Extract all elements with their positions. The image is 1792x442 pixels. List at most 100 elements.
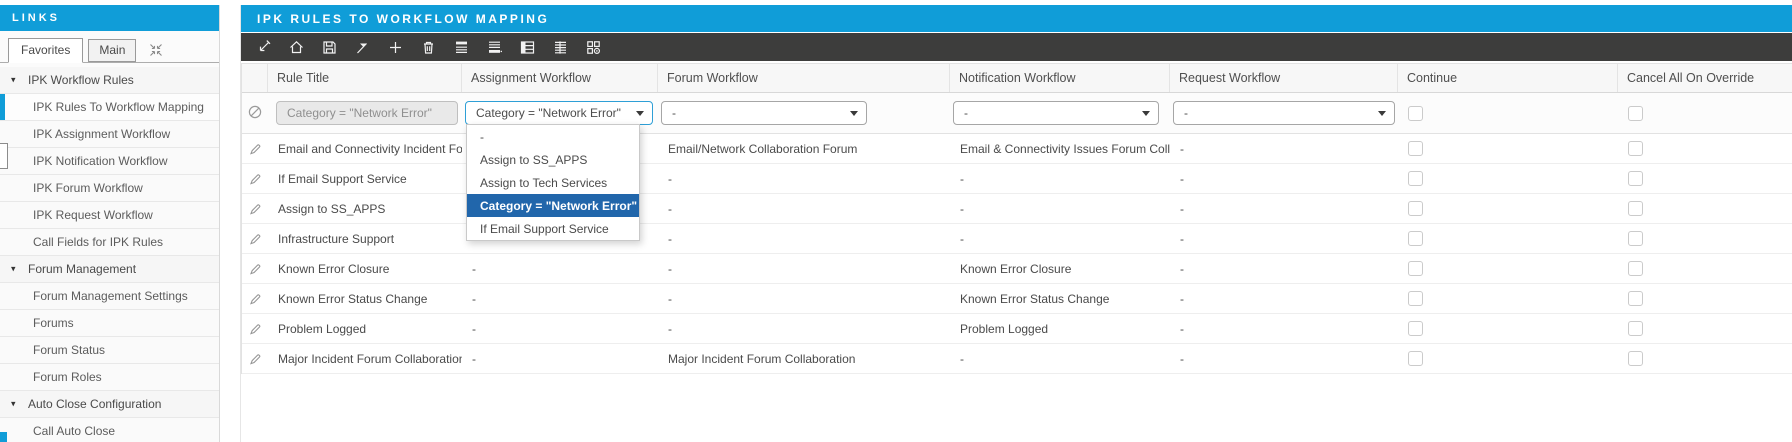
- column-header-forum-workflow[interactable]: Forum Workflow: [658, 64, 950, 92]
- continue-checkbox[interactable]: [1408, 321, 1423, 336]
- edit-row-icon-cell: [242, 93, 268, 133]
- no-edit-icon: [247, 104, 263, 123]
- sidebar-item-call-auto-close[interactable]: Call Auto Close: [0, 418, 219, 442]
- dropdown-option-assign-to-ss-apps[interactable]: Assign to SS_APPS: [467, 148, 639, 171]
- cell-notification-workflow: -: [950, 172, 1170, 186]
- sidebar-item-ipk-notification-workflow[interactable]: IPK Notification Workflow: [0, 148, 219, 175]
- continue-checkbox[interactable]: [1408, 231, 1423, 246]
- tab-main[interactable]: Main: [88, 39, 136, 62]
- notification-workflow-select-value: -: [964, 106, 968, 120]
- sidebar-item-label: Forums: [33, 316, 74, 330]
- column-header-request-workflow[interactable]: Request Workflow: [1170, 64, 1398, 92]
- continue-checkbox[interactable]: [1408, 351, 1423, 366]
- caret-down-icon[interactable]: ▾: [11, 398, 16, 409]
- column-header-notification-workflow[interactable]: Notification Workflow: [950, 64, 1170, 92]
- continue-checkbox[interactable]: [1408, 171, 1423, 186]
- cell-request-workflow: -: [1170, 142, 1398, 156]
- column-header-assignment-workflow[interactable]: Assignment Workflow: [462, 64, 658, 92]
- continue-checkbox[interactable]: [1408, 201, 1423, 216]
- edit-pencil-icon[interactable]: [242, 231, 268, 247]
- sidebar-item-forum-management-settings[interactable]: Forum Management Settings: [0, 283, 219, 310]
- sidebar-item-auto-close-configuration[interactable]: ▾ Auto Close Configuration: [0, 391, 219, 418]
- sidebar-item-ipk-request-workflow[interactable]: IPK Request Workflow: [0, 202, 219, 229]
- insert-row-below-icon[interactable]: [482, 36, 506, 58]
- grid-settings-icon[interactable]: [581, 36, 605, 58]
- sidebar-item-forums[interactable]: Forums: [0, 310, 219, 337]
- sidebar-item-forum-roles[interactable]: Forum Roles: [0, 364, 219, 391]
- sidebar-item-ipk-rules-to-workflow-mapping[interactable]: IPK Rules To Workflow Mapping: [0, 94, 219, 121]
- links-panel-title: LINKS: [12, 12, 60, 24]
- caret-down-icon[interactable]: ▾: [11, 263, 16, 274]
- sidebar-item-ipk-forum-workflow[interactable]: IPK Forum Workflow: [0, 175, 219, 202]
- sidebar-item-call-fields-for-ipk-rules[interactable]: Call Fields for IPK Rules: [0, 229, 219, 256]
- column-header-rule-title[interactable]: Rule Title: [268, 64, 462, 92]
- grid-header-row: Rule Title Assignment Workflow Forum Wor…: [242, 64, 1792, 93]
- cancel-all-on-override-checkbox-cell: [1618, 171, 1792, 186]
- cell-notification-workflow: -: [950, 202, 1170, 216]
- edit-pencil-icon[interactable]: [242, 291, 268, 307]
- scroll-indicator-partial: [0, 432, 7, 442]
- request-workflow-select[interactable]: -: [1173, 101, 1395, 125]
- cancel-all-on-override-checkbox[interactable]: [1628, 351, 1643, 366]
- cancel-all-on-override-checkbox[interactable]: [1628, 171, 1643, 186]
- cancel-all-on-override-checkbox-cell: [1618, 321, 1792, 336]
- panel-edge-handle[interactable]: [0, 143, 8, 169]
- sidebar-item-ipk-assignment-workflow[interactable]: IPK Assignment Workflow: [0, 121, 219, 148]
- cancel-all-on-override-checkbox[interactable]: [1628, 321, 1643, 336]
- tab-favorites[interactable]: Favorites: [8, 38, 83, 63]
- table-row-known-error-status-change[interactable]: Known Error Status Change--Known Error S…: [242, 284, 1792, 314]
- sidebar-item-ipk-workflow-rules[interactable]: ▾IPK Workflow Rules: [0, 67, 219, 94]
- cancel-all-on-override-checkbox[interactable]: [1628, 201, 1643, 216]
- cancel-all-on-override-checkbox[interactable]: [1628, 291, 1643, 306]
- flag-icon[interactable]: [350, 36, 374, 58]
- dropdown-option-[interactable]: -: [467, 125, 639, 148]
- edit-pencil-icon[interactable]: [242, 171, 268, 187]
- column-header-cancel-all-on-override[interactable]: Cancel All On Override: [1618, 64, 1792, 92]
- cancel-all-on-override-checkbox[interactable]: [1628, 141, 1643, 156]
- continue-checkbox[interactable]: [1408, 141, 1423, 156]
- delete-icon[interactable]: [416, 36, 440, 58]
- links-tree: ▾IPK Workflow RulesIPK Rules To Workflow…: [0, 67, 219, 442]
- cell-forum-workflow: Email/Network Collaboration Forum: [658, 142, 950, 156]
- cancel-all-on-override-checkbox[interactable]: [1628, 106, 1643, 121]
- collapse-all-icon[interactable]: [149, 43, 163, 57]
- dropdown-option-assign-to-tech-services[interactable]: Assign to Tech Services: [467, 171, 639, 194]
- dropdown-option-category-network-error[interactable]: Category = "Network Error": [467, 194, 639, 217]
- page-title-bar: IPK RULES TO WORKFLOW MAPPING: [241, 5, 1792, 32]
- home-icon[interactable]: [284, 36, 308, 58]
- cell-forum-workflow: -: [658, 292, 950, 306]
- edit-rule-title-cell: [268, 93, 462, 133]
- continue-checkbox[interactable]: [1408, 261, 1423, 276]
- continue-checkbox[interactable]: [1408, 291, 1423, 306]
- add-icon[interactable]: [383, 36, 407, 58]
- sidebar-item-forum-status[interactable]: Forum Status: [0, 337, 219, 364]
- table-row-known-error-closure[interactable]: Known Error Closure--Known Error Closure…: [242, 254, 1792, 284]
- continue-checkbox[interactable]: [1408, 106, 1423, 121]
- notification-workflow-select[interactable]: -: [953, 101, 1159, 125]
- table-column-icon[interactable]: [515, 36, 539, 58]
- rule-title-input[interactable]: [276, 101, 458, 125]
- sidebar-item-label: Auto Close Configuration: [28, 397, 161, 411]
- table-row-major-incident-forum-collaboration[interactable]: Major Incident Forum Collaboration-Major…: [242, 344, 1792, 374]
- sidebar-item-label: IPK Assignment Workflow: [33, 127, 170, 141]
- sidebar-item-forum-management[interactable]: ▾Forum Management: [0, 256, 219, 283]
- cancel-all-on-override-checkbox[interactable]: [1628, 231, 1643, 246]
- column-header-continue[interactable]: Continue: [1398, 64, 1618, 92]
- cancel-all-on-override-checkbox[interactable]: [1628, 261, 1643, 276]
- edit-pencil-icon[interactable]: [242, 201, 268, 217]
- edit-pencil-icon[interactable]: [242, 261, 268, 277]
- insert-row-above-icon[interactable]: [449, 36, 473, 58]
- caret-down-icon[interactable]: ▾: [11, 74, 16, 85]
- detach-icon[interactable]: [251, 36, 275, 58]
- edit-pencil-icon[interactable]: [242, 351, 268, 367]
- edit-pencil-icon[interactable]: [242, 141, 268, 157]
- table-rows-icon[interactable]: [548, 36, 572, 58]
- forum-workflow-select[interactable]: -: [661, 101, 867, 125]
- save-icon[interactable]: [317, 36, 341, 58]
- table-row-problem-logged[interactable]: Problem Logged--Problem Logged-: [242, 314, 1792, 344]
- cell-notification-workflow: Email & Connectivity Issues Forum Collab…: [950, 142, 1170, 156]
- cell-request-workflow: -: [1170, 292, 1398, 306]
- edit-pencil-icon[interactable]: [242, 321, 268, 337]
- assignment-workflow-select[interactable]: Category = "Network Error": [465, 101, 653, 125]
- dropdown-option-if-email-support-service[interactable]: If Email Support Service: [467, 217, 639, 240]
